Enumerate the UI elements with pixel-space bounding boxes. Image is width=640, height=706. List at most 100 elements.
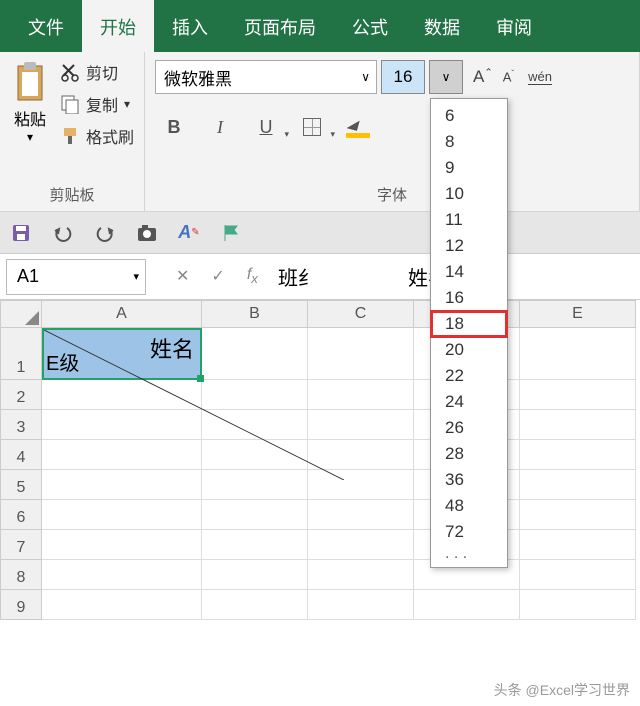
cell-E2[interactable] [520,380,636,410]
cell-E6[interactable] [520,500,636,530]
font-size-option-20[interactable]: 20 [431,337,507,363]
column-header-E[interactable]: E [520,300,636,328]
font-style-button[interactable]: A✎ [178,222,200,244]
cell-B8[interactable] [202,560,308,590]
paste-button[interactable]: 粘贴 ▾ [10,60,50,182]
font-size-option-28[interactable]: 28 [431,441,507,467]
font-size-option-10[interactable]: 10 [431,181,507,207]
cell-C6[interactable] [308,500,414,530]
cell-A6[interactable] [42,500,202,530]
fill-color-button[interactable] [345,112,371,142]
tab-data[interactable]: 数据 [406,0,478,52]
row-header-9[interactable]: 9 [0,590,42,620]
phonetic-guide-button[interactable]: wén [528,69,552,85]
font-size-dropdown-button[interactable]: ∨ [429,60,463,94]
row-header-5[interactable]: 5 [0,470,42,500]
font-size-option-72[interactable]: 72 [431,519,507,545]
enter-button[interactable]: ✓ [211,266,224,286]
cell-A9[interactable] [42,590,202,620]
clipboard-icon [10,60,50,106]
row-header-6[interactable]: 6 [0,500,42,530]
column-header-A[interactable]: A [42,300,202,328]
row-header-1[interactable]: 1 [0,328,42,380]
italic-button[interactable]: I [207,112,233,142]
cell-E5[interactable] [520,470,636,500]
tab-layout[interactable]: 页面布局 [226,0,334,52]
cell-D9[interactable] [414,590,520,620]
tab-insert[interactable]: 插入 [154,0,226,52]
redo-icon [95,223,115,243]
cell-A1[interactable]: 姓名E级 [42,328,202,380]
copy-icon [60,94,80,114]
undo-button[interactable] [52,222,74,244]
cell-B9[interactable] [202,590,308,620]
tab-formula[interactable]: 公式 [334,0,406,52]
underline-button[interactable]: U▾ [253,112,279,142]
font-name-select[interactable]: 微软雅黑 ∨ [155,60,377,94]
font-size-option-16[interactable]: 16 [431,285,507,311]
cut-button[interactable]: 剪切 [60,60,134,84]
cancel-button[interactable]: ✕ [176,266,189,286]
cell-E9[interactable] [520,590,636,620]
decrease-font-icon[interactable]: Aˇ [503,69,514,84]
font-size-option-22[interactable]: 22 [431,363,507,389]
fill-handle[interactable] [197,375,204,382]
row-header-3[interactable]: 3 [0,410,42,440]
row-header-8[interactable]: 8 [0,560,42,590]
column-header-B[interactable]: B [202,300,308,328]
cell-E8[interactable] [520,560,636,590]
increase-font-icon[interactable]: A⌃ [473,67,493,87]
cell-E1[interactable] [520,328,636,380]
font-size-option-9[interactable]: 9 [431,155,507,181]
chevron-down-icon: ▾ [133,270,139,283]
cell-B7[interactable] [202,530,308,560]
copy-button[interactable]: 复制 ▾ [60,92,134,116]
font-size-option-26[interactable]: 26 [431,415,507,441]
font-size-dropdown: 6891011121416182022242628364872 . . . [430,98,508,568]
select-all-corner[interactable] [0,300,42,328]
chevron-down-icon: ∨ [361,70,370,84]
row-header-2[interactable]: 2 [0,380,42,410]
bold-button[interactable]: B [161,112,187,142]
font-size-option-11[interactable]: 11 [431,207,507,233]
cell-C8[interactable] [308,560,414,590]
camera-button[interactable] [136,222,158,244]
name-box-value: A1 [17,266,39,287]
save-button[interactable] [10,222,32,244]
cell-A7[interactable] [42,530,202,560]
flag-button[interactable] [220,222,242,244]
cell-E4[interactable] [520,440,636,470]
font-size-option-8[interactable]: 8 [431,129,507,155]
borders-button[interactable]: ▾ [299,112,325,142]
font-size-option-18[interactable]: 18 [431,311,507,337]
format-painter-button[interactable]: 格式刷 [60,124,134,148]
row-header-4[interactable]: 4 [0,440,42,470]
fx-button[interactable]: fx [247,266,258,286]
font-size-option-36[interactable]: 36 [431,467,507,493]
cell-B6[interactable] [202,500,308,530]
font-size-option-6[interactable]: 6 [431,103,507,129]
cell-A8[interactable] [42,560,202,590]
camera-icon [136,223,158,243]
font-size-option-48[interactable]: 48 [431,493,507,519]
row-header-7[interactable]: 7 [0,530,42,560]
chevron-down-icon: ▾ [27,130,33,144]
cell-C7[interactable] [308,530,414,560]
tab-home[interactable]: 开始 [82,0,154,52]
font-size-option-24[interactable]: 24 [431,389,507,415]
ribbon-content: 粘贴 ▾ 剪切 复制 ▾ 格式刷 剪贴板 [0,52,640,212]
font-size-option-14[interactable]: 14 [431,259,507,285]
cell-E7[interactable] [520,530,636,560]
font-size-option-12[interactable]: 12 [431,233,507,259]
column-header-C[interactable]: C [308,300,414,328]
paint-bucket-icon [348,118,368,136]
tab-file[interactable]: 文件 [10,0,82,52]
tab-review[interactable]: 审阅 [478,0,550,52]
name-box[interactable]: A1 ▾ [6,259,146,295]
redo-button[interactable] [94,222,116,244]
chevron-down-icon: ∨ [442,70,451,84]
cell-E3[interactable] [520,410,636,440]
font-group: 微软雅黑 ∨ 16 ∨ A⌃ Aˇ wén B I U▾ ▾ [145,52,640,211]
cell-C9[interactable] [308,590,414,620]
font-size-input[interactable]: 16 [381,60,425,94]
